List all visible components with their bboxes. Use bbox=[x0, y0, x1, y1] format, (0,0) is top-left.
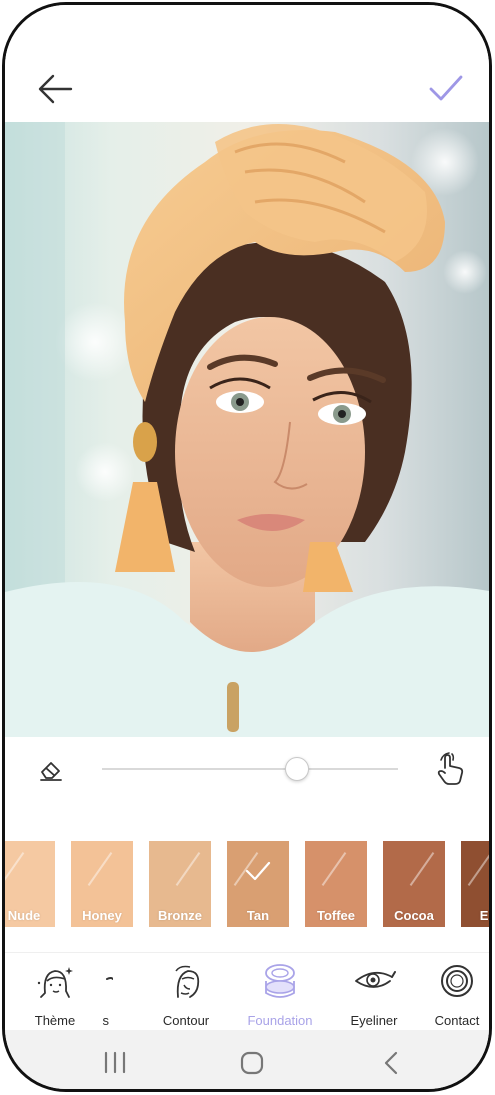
nav-label-contour: Contour bbox=[162, 1013, 210, 1028]
arrow-left-icon bbox=[38, 74, 73, 104]
swatch-texture bbox=[5, 852, 25, 886]
shade-swatch-label: Toffee bbox=[316, 908, 356, 923]
shade-swatch-cocoa[interactable]: Cocoa bbox=[383, 841, 445, 927]
nav-item-foundation[interactable]: Foundation bbox=[240, 963, 320, 1029]
confirm-button[interactable] bbox=[425, 71, 467, 107]
feature-nav-bar: Thème s Contour Foundation Eyeliner Cont… bbox=[5, 952, 489, 1030]
nav-label-brows: s bbox=[102, 1013, 110, 1028]
shade-swatch-honey[interactable]: Honey bbox=[71, 841, 133, 927]
swatch-texture bbox=[321, 852, 347, 886]
contour-face-icon bbox=[175, 965, 200, 998]
shade-swatch-nude[interactable]: Nude bbox=[5, 841, 55, 927]
touch-mode-button[interactable] bbox=[433, 751, 469, 787]
checkmark-icon bbox=[429, 75, 463, 101]
intensity-slider-row bbox=[5, 737, 489, 807]
swatch-texture bbox=[409, 852, 435, 886]
portrait-illustration bbox=[5, 122, 489, 737]
shade-swatch-ebo[interactable]: Ebo bbox=[461, 841, 489, 927]
shade-swatch-tan[interactable]: Tan bbox=[227, 841, 289, 927]
home-button[interactable] bbox=[237, 1050, 267, 1076]
system-back-icon bbox=[384, 1051, 398, 1075]
eyeliner-icon bbox=[355, 971, 396, 988]
nav-label-contact: Contact bbox=[434, 1013, 480, 1028]
nav-item-brows[interactable]: s bbox=[67, 963, 113, 1029]
home-icon bbox=[240, 1051, 264, 1075]
contact-lens-icon bbox=[441, 965, 473, 997]
swatch-texture bbox=[175, 852, 201, 886]
shade-swatch-label: Ebo bbox=[479, 908, 489, 923]
system-nav-bar bbox=[5, 1030, 489, 1089]
phone-frame: NudeHoneyBronzeTanToffeeCocoaEbo Thème s bbox=[2, 2, 492, 1092]
nav-label-eyeliner: Eyeliner bbox=[350, 1013, 398, 1028]
shade-swatch-label: Nude bbox=[7, 908, 41, 923]
brow-icon bbox=[106, 977, 113, 980]
recent-apps-icon bbox=[104, 1051, 126, 1074]
portrait-photo bbox=[5, 122, 489, 737]
system-back-button[interactable] bbox=[377, 1050, 407, 1076]
eraser-button[interactable] bbox=[37, 755, 65, 783]
selected-check-icon bbox=[245, 861, 271, 881]
nav-item-contour[interactable]: Contour bbox=[146, 963, 226, 1029]
shade-swatch-toffee[interactable]: Toffee bbox=[305, 841, 367, 927]
eraser-icon bbox=[40, 762, 62, 781]
shade-swatch-label: Cocoa bbox=[394, 908, 434, 923]
back-button[interactable] bbox=[35, 71, 75, 107]
nav-item-contact[interactable]: Contact bbox=[417, 963, 489, 1029]
touch-hand-icon bbox=[437, 752, 464, 785]
nav-item-eyeliner[interactable]: Eyeliner bbox=[334, 963, 414, 1029]
shade-swatch-strip: Nude Honey Bronze Tan Toffee Cocoa Ebo bbox=[5, 841, 489, 929]
swatch-texture bbox=[467, 852, 489, 886]
shade-swatch-label: Bronze bbox=[157, 908, 203, 923]
shade-swatch-label: Honey bbox=[82, 908, 122, 923]
shade-swatch-bronze[interactable]: Bronze bbox=[149, 841, 211, 927]
recent-apps-button[interactable] bbox=[100, 1050, 130, 1076]
shade-swatch-label: Tan bbox=[246, 908, 270, 923]
top-bar bbox=[5, 5, 489, 122]
swatch-texture bbox=[87, 852, 113, 886]
nav-label-foundation: Foundation bbox=[247, 1013, 313, 1028]
intensity-slider-track[interactable] bbox=[102, 768, 398, 770]
intensity-slider-thumb[interactable] bbox=[285, 757, 310, 781]
foundation-compact-icon bbox=[265, 964, 295, 998]
